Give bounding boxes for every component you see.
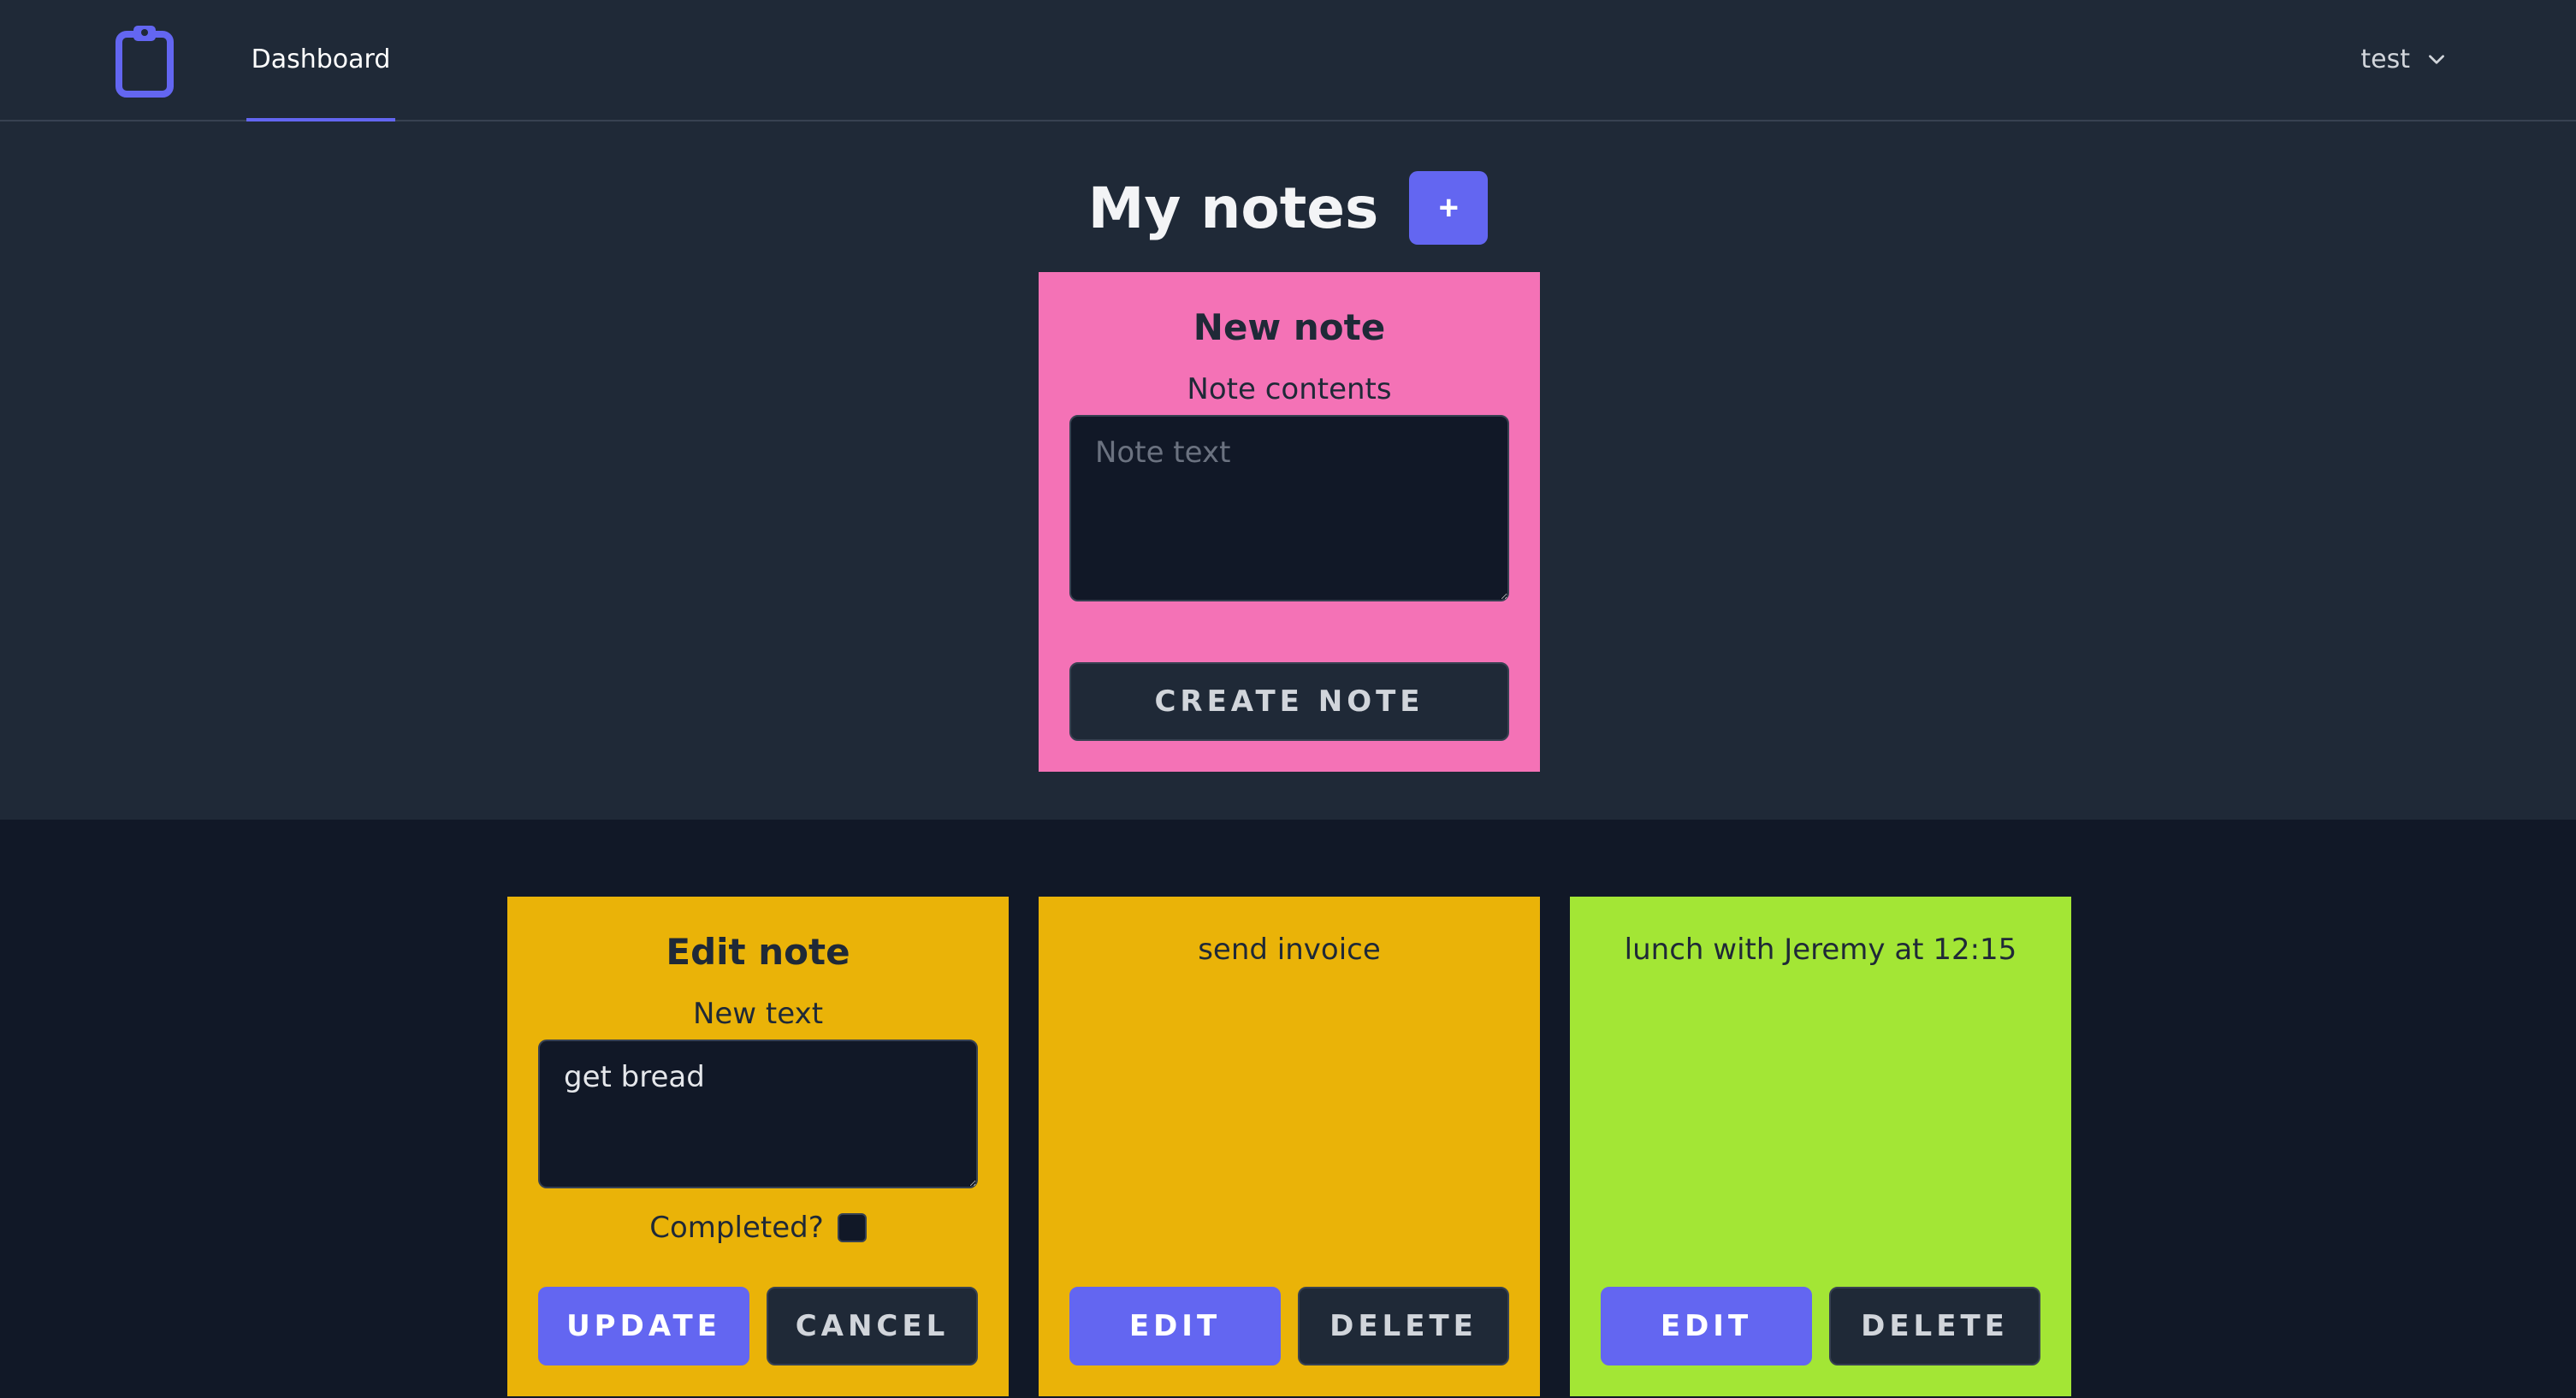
tab-dashboard[interactable]: Dashboard bbox=[246, 0, 395, 121]
new-note-card: New note Note contents CREATE NOTE bbox=[1039, 272, 1540, 772]
new-note-title: New note bbox=[1193, 306, 1386, 348]
edit-note-input[interactable] bbox=[538, 1040, 978, 1188]
note-contents-label: Note contents bbox=[1187, 372, 1392, 406]
completed-label: Completed? bbox=[649, 1211, 824, 1245]
note-text-input[interactable] bbox=[1069, 415, 1509, 601]
note-button-row: EDIT DELETE bbox=[1069, 1287, 1509, 1365]
clipboard-icon[interactable] bbox=[115, 22, 175, 98]
edit-note-card: Edit note New text Completed? UPDATE CAN… bbox=[507, 897, 1009, 1396]
user-menu[interactable]: test bbox=[2360, 38, 2448, 80]
edit-button[interactable]: EDIT bbox=[1601, 1287, 1812, 1365]
user-name: test bbox=[2360, 44, 2410, 74]
note-text: lunch with Jeremy at 12:15 bbox=[1624, 933, 2017, 967]
edit-button[interactable]: EDIT bbox=[1069, 1287, 1281, 1365]
new-text-label: New text bbox=[692, 997, 824, 1031]
completed-checkbox[interactable] bbox=[837, 1213, 867, 1242]
note-card: send invoice EDIT DELETE bbox=[1039, 897, 1540, 1396]
note-text: send invoice bbox=[1198, 933, 1381, 967]
create-note-button[interactable]: CREATE NOTE bbox=[1069, 662, 1509, 741]
top-navbar: Dashboard test bbox=[0, 0, 2576, 121]
title-row: My notes + bbox=[0, 169, 2576, 247]
update-button[interactable]: UPDATE bbox=[538, 1287, 749, 1365]
note-card: lunch with Jeremy at 12:15 EDIT DELETE bbox=[1570, 897, 2071, 1396]
note-button-row: EDIT DELETE bbox=[1601, 1287, 2040, 1365]
chevron-down-icon bbox=[2429, 55, 2444, 64]
cancel-button[interactable]: CANCEL bbox=[767, 1287, 978, 1365]
edit-note-title: Edit note bbox=[666, 931, 850, 973]
edit-button-row: UPDATE CANCEL bbox=[538, 1287, 978, 1365]
delete-button[interactable]: DELETE bbox=[1298, 1287, 1509, 1365]
page-title: My notes bbox=[1087, 175, 1379, 241]
completed-row: Completed? bbox=[649, 1211, 867, 1245]
add-note-button[interactable]: + bbox=[1409, 171, 1489, 245]
delete-button[interactable]: DELETE bbox=[1829, 1287, 2040, 1365]
